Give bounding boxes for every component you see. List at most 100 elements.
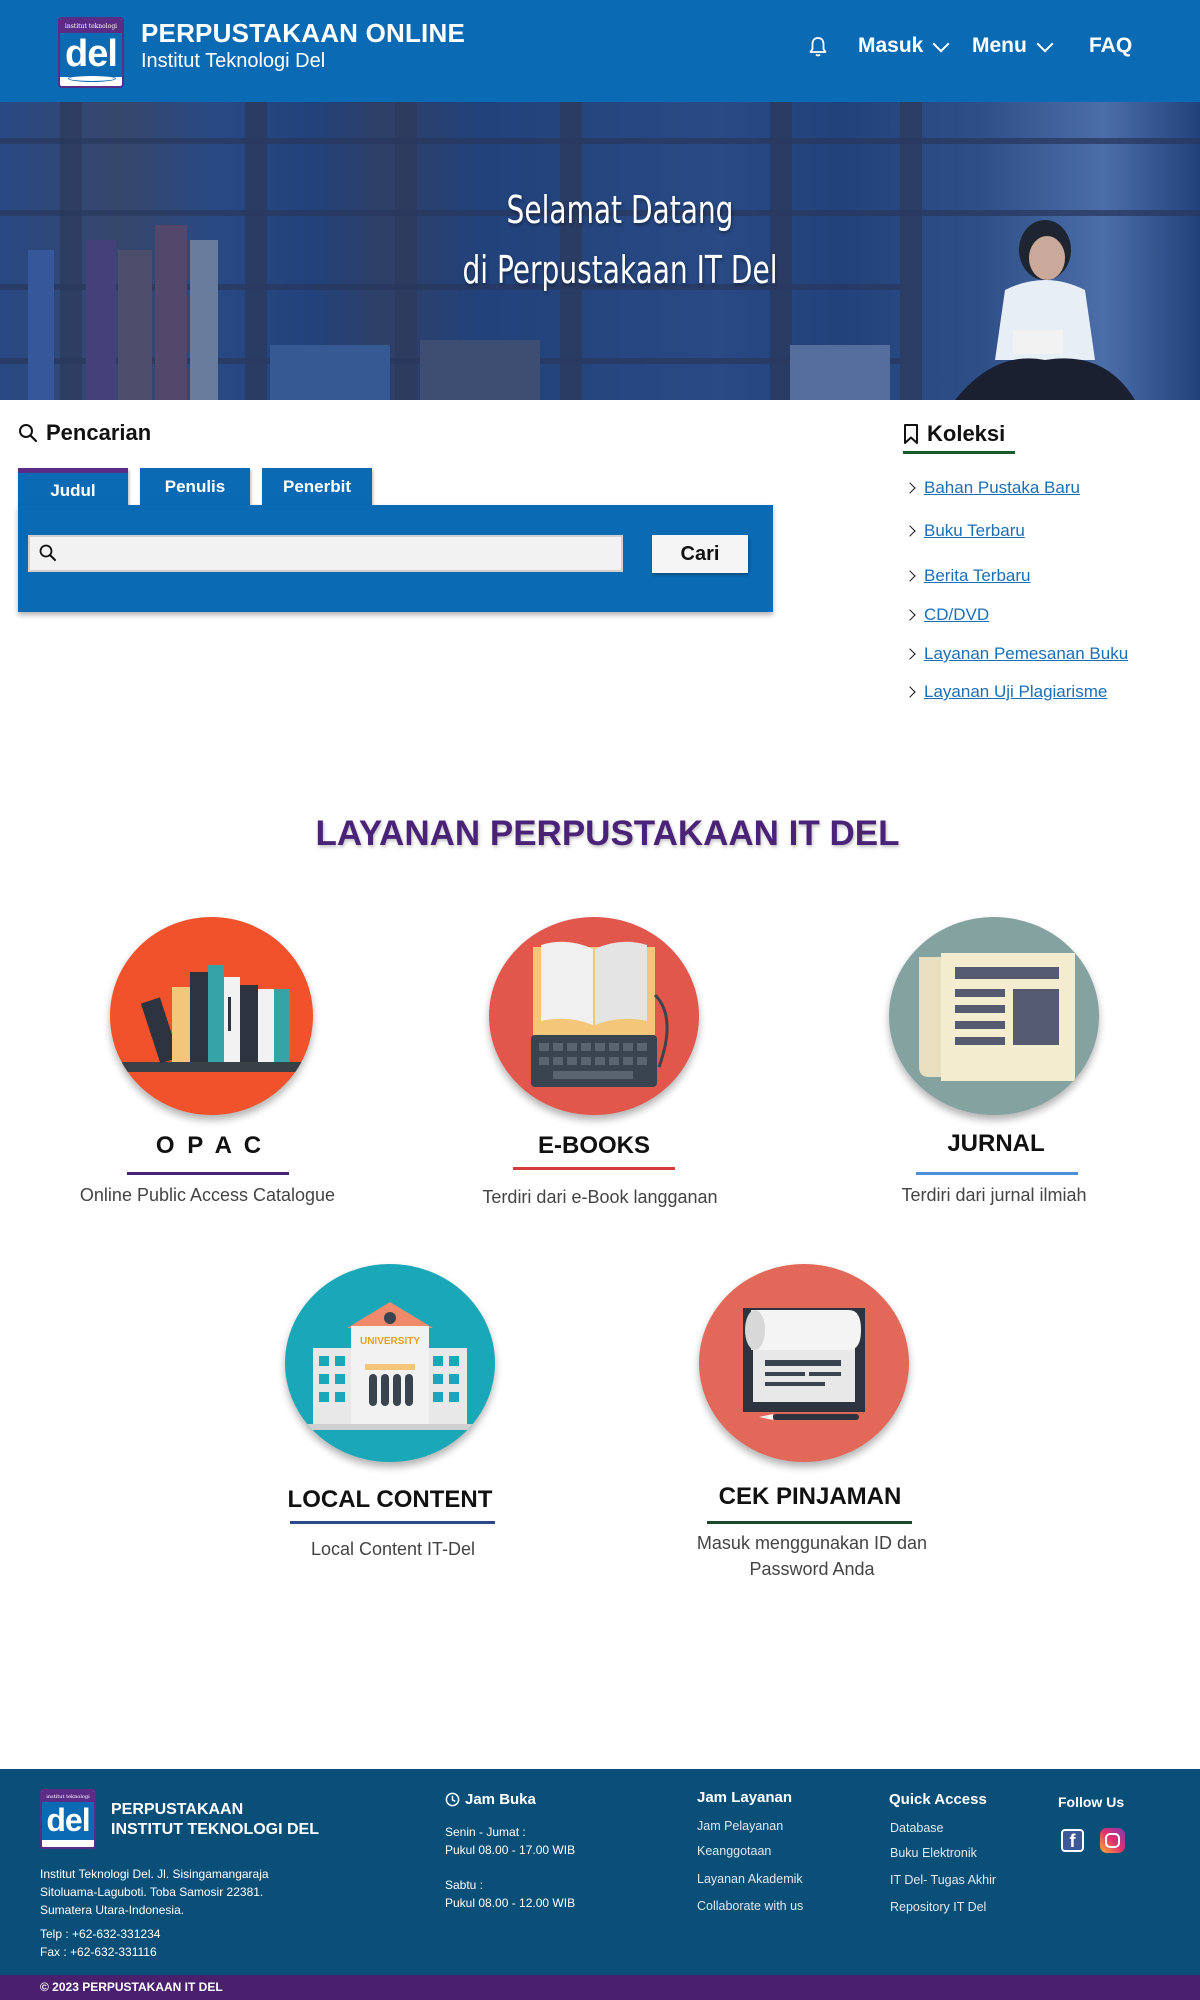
search-panel: Cari <box>18 505 773 612</box>
nav-menu[interactable]: Menu <box>972 34 1054 58</box>
university-building-icon: UNIVERSITY <box>307 1302 473 1430</box>
chevron-right-icon <box>904 525 916 537</box>
newspaper-icon <box>919 953 1075 1081</box>
nav-masuk[interactable]: Masuk <box>858 34 950 58</box>
koleksi-link-buku-terbaru[interactable]: Buku Terbaru <box>924 521 1025 541</box>
nav-faq[interactable]: FAQ <box>1089 34 1132 58</box>
tab-penulis[interactable]: Penulis <box>140 468 250 506</box>
search-button[interactable]: Cari <box>652 535 748 573</box>
jurnal-title[interactable]: JURNAL <box>896 1130 1096 1158</box>
hero-banner: Selamat Datang di Perpustakaan IT Del <box>0 102 1200 400</box>
chevron-right-icon <box>904 609 916 621</box>
footer-fax: Fax : +62-632-331116 <box>40 1945 157 1959</box>
jam-buka-weekday-hours: Pukul 08.00 - 17.00 WIB <box>445 1843 576 1857</box>
footer-title-line-2: INSTITUT TEKNOLOGI DEL <box>111 1821 319 1838</box>
tab-judul[interactable]: Judul <box>18 468 128 506</box>
footer-contact: Telp : +62-632-331234 Fax : +62-632-3311… <box>40 1925 160 1961</box>
search-section-title: Pencarian <box>18 420 151 446</box>
chevron-right-icon <box>904 648 916 660</box>
site-logo[interactable]: institut teknologi del <box>58 17 124 88</box>
nav-menu-label: Menu <box>972 34 1027 57</box>
nav-faq-label: FAQ <box>1089 34 1133 57</box>
jam-buka-heading: Jam Buka <box>445 1791 536 1808</box>
opac-underline <box>127 1172 289 1175</box>
clock-icon <box>445 1792 460 1807</box>
instagram-icon[interactable] <box>1100 1828 1125 1853</box>
footer-logo[interactable]: institut teknologi del <box>40 1789 96 1849</box>
footer-link-buku-elektronik[interactable]: Buku Elektronik <box>890 1846 977 1860</box>
koleksi-link-bahan-pustaka-baru[interactable]: Bahan Pustaka Baru <box>924 478 1080 498</box>
footer-address: Institut Teknologi Del. Jl. Sisingamanga… <box>40 1865 269 1919</box>
koleksi-item[interactable]: Bahan Pustaka Baru <box>904 478 1080 498</box>
footer-logo-wordmark: del <box>42 1802 94 1840</box>
hero-line-1: Selamat Datang <box>506 188 734 232</box>
footer-link-collaborate[interactable]: Collaborate with us <box>697 1899 803 1913</box>
footer-link-layanan-akademik[interactable]: Layanan Akademik <box>697 1872 803 1886</box>
document-scroll-icon <box>743 1308 865 1420</box>
site-subtitle: Institut Teknologi Del <box>141 50 326 72</box>
jurnal-card-image[interactable] <box>889 917 1099 1115</box>
local-content-card-image[interactable]: UNIVERSITY <box>285 1264 495 1462</box>
koleksi-item[interactable]: Berita Terbaru <box>904 566 1030 586</box>
chevron-down-icon <box>932 35 950 53</box>
footer-link-repository[interactable]: Repository IT Del <box>890 1900 986 1914</box>
bookmark-icon <box>904 424 918 444</box>
footer-link-tugas-akhir[interactable]: IT Del- Tugas Akhir <box>890 1873 996 1887</box>
logo-band <box>68 75 116 82</box>
local-content-title[interactable]: LOCAL CONTENT <box>270 1486 510 1514</box>
opac-title[interactable]: O P A C <box>110 1132 310 1160</box>
layanan-title: LAYANAN PERPUSTAKAAN IT DEL <box>315 814 900 853</box>
ebooks-card-image[interactable] <box>489 917 699 1115</box>
footer-address-line-1: Institut Teknologi Del. Jl. Sisingamanga… <box>40 1867 269 1881</box>
jurnal-underline <box>916 1172 1078 1175</box>
university-label: UNIVERSITY <box>360 1336 420 1347</box>
cek-pinjaman-card-image[interactable] <box>699 1264 909 1462</box>
ebook-icon <box>531 941 669 1087</box>
site-footer: institut teknologi del PERPUSTAKAAN INST… <box>0 1769 1200 1975</box>
jam-buka-saturday-label: Sabtu : <box>445 1878 484 1892</box>
footer-link-keanggotaan[interactable]: Keanggotaan <box>697 1844 771 1858</box>
opac-card-image[interactable] <box>110 917 313 1115</box>
jam-buka-weekday: Senin - Jumat : Pukul 08.00 - 17.00 WIB <box>445 1823 575 1859</box>
ebooks-title[interactable]: E-BOOKS <box>494 1132 694 1160</box>
site-title[interactable]: PERPUSTAKAAN ONLINE <box>141 18 465 49</box>
koleksi-item[interactable]: Layanan Pemesanan Buku <box>904 644 1128 664</box>
koleksi-item[interactable]: CD/DVD <box>904 605 989 625</box>
footer-link-jam-pelayanan[interactable]: Jam Pelayanan <box>697 1819 783 1833</box>
site-header: institut teknologi del PERPUSTAKAAN ONLI… <box>0 0 1200 102</box>
cek-pinjaman-desc-line-1: Masuk menggunakan ID dan <box>696 1533 928 1553</box>
footer-link-database[interactable]: Database <box>890 1821 944 1835</box>
bell-icon[interactable] <box>808 36 828 58</box>
jam-buka-saturday-hours: Pukul 08.00 - 12.00 WIB <box>445 1896 576 1910</box>
chevron-right-icon <box>904 570 916 582</box>
search-icon <box>19 424 38 443</box>
koleksi-item[interactable]: Layanan Uji Plagiarisme <box>904 682 1107 702</box>
koleksi-link-cd-dvd[interactable]: CD/DVD <box>924 605 989 625</box>
footer-title: PERPUSTAKAAN INSTITUT TEKNOLOGI DEL <box>111 1800 319 1840</box>
nav-masuk-label: Masuk <box>858 34 924 57</box>
koleksi-link-berita-terbaru[interactable]: Berita Terbaru <box>924 566 1030 586</box>
koleksi-underline <box>903 451 1015 454</box>
koleksi-link-pemesanan-buku[interactable]: Layanan Pemesanan Buku <box>924 644 1128 664</box>
ebooks-description: Terdiri dari e-Book langganan <box>482 1187 718 1207</box>
local-content-description: Local Content IT-Del <box>310 1539 476 1559</box>
footer-telp: Telp : +62-632-331234 <box>40 1927 161 1941</box>
koleksi-item[interactable]: Buku Terbaru <box>904 521 1025 541</box>
cek-pinjaman-description: Masuk menggunakan ID dan Password Anda <box>662 1530 962 1582</box>
facebook-icon[interactable]: f <box>1061 1829 1084 1852</box>
cek-pinjaman-title[interactable]: CEK PINJAMAN <box>690 1483 930 1511</box>
jam-buka-weekday-label: Senin - Jumat : <box>445 1825 526 1839</box>
search-input[interactable] <box>28 535 623 572</box>
cek-pinjaman-desc-line-2: Password Anda <box>749 1559 875 1579</box>
search-icon <box>39 544 56 561</box>
tab-penerbit[interactable]: Penerbit <box>262 468 372 506</box>
chevron-right-icon <box>904 686 916 698</box>
jam-buka-saturday: Sabtu : Pukul 08.00 - 12.00 WIB <box>445 1876 575 1912</box>
koleksi-link-uji-plagiarisme[interactable]: Layanan Uji Plagiarisme <box>924 682 1107 702</box>
cek-pinjaman-underline <box>707 1521 912 1524</box>
jurnal-description: Terdiri dari jurnal ilmiah <box>901 1185 1087 1205</box>
copyright-bar: © 2023 PERPUSTAKAAN IT DEL <box>0 1975 1200 2000</box>
koleksi-section-title: Koleksi <box>903 421 1005 447</box>
koleksi-title: Koleksi <box>927 421 1006 446</box>
footer-address-line-2: Sitoluama-Laguboti. Toba Samosir 22381. <box>40 1885 264 1899</box>
